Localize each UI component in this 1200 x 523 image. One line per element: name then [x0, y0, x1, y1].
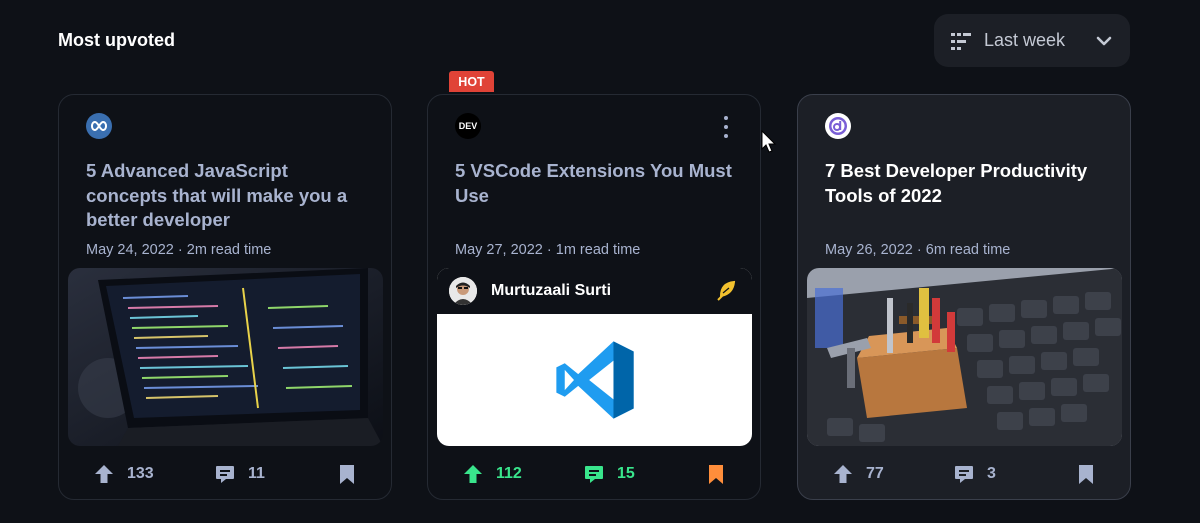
- d-logo-icon: [825, 113, 851, 139]
- laptop-code-image: [68, 268, 383, 446]
- bookmark-icon: [709, 465, 723, 484]
- hot-badge: HOT: [449, 71, 494, 92]
- post-meta: May 24, 2022 · 2m read time: [86, 242, 272, 258]
- options-menu-button[interactable]: [718, 115, 734, 139]
- toolbox-keyboard-image: [807, 268, 1122, 446]
- comment-button[interactable]: 15: [583, 463, 635, 485]
- upvote-icon: [834, 465, 852, 483]
- comment-count: 15: [617, 465, 635, 482]
- comment-icon: [955, 466, 973, 483]
- infinity-logo-icon: [86, 113, 112, 139]
- bookmark-button[interactable]: [1075, 463, 1097, 485]
- upvote-button[interactable]: 112: [462, 463, 522, 485]
- upvote-button[interactable]: 133: [93, 463, 154, 485]
- dev-logo-text: DEV: [458, 121, 478, 131]
- post-card[interactable]: 7 Best Developer Productivity Tools of 2…: [797, 94, 1131, 500]
- upvote-count: 77: [866, 465, 884, 482]
- post-title[interactable]: 7 Best Developer Productivity Tools of 2…: [825, 159, 1110, 208]
- filter-icon: [951, 32, 971, 50]
- post-meta: May 26, 2022 · 6m read time: [825, 242, 1011, 258]
- post-title[interactable]: 5 Advanced JavaScript concepts that will…: [86, 159, 371, 233]
- dev-logo-icon: DEV: [455, 113, 481, 139]
- comment-button[interactable]: 3: [953, 463, 996, 485]
- upvote-button[interactable]: 77: [832, 463, 884, 485]
- comment-button[interactable]: 11: [214, 463, 265, 485]
- comment-count: 11: [248, 465, 265, 482]
- bookmark-button[interactable]: [705, 463, 727, 485]
- avatar[interactable]: [449, 277, 477, 305]
- post-card[interactable]: DEV 5 VSCode Extensions You Must Use May…: [427, 94, 761, 500]
- chevron-down-icon: [1096, 36, 1112, 45]
- upvote-count: 133: [127, 465, 154, 482]
- author-name[interactable]: Murtuzaali Surti: [491, 282, 611, 300]
- comment-icon: [585, 466, 603, 483]
- feather-icon: [717, 280, 736, 301]
- bookmark-icon: [340, 465, 354, 484]
- author-preview: Murtuzaali Surti: [437, 268, 752, 446]
- comment-icon: [216, 466, 234, 483]
- upvote-icon: [464, 465, 482, 483]
- upvote-icon: [95, 465, 113, 483]
- section-title: Most upvoted: [58, 30, 175, 50]
- vscode-logo-icon: [555, 341, 634, 419]
- period-select[interactable]: Last week: [934, 14, 1130, 67]
- post-meta: May 27, 2022 · 1m read time: [455, 242, 641, 258]
- bookmark-icon: [1079, 465, 1093, 484]
- bookmark-button[interactable]: [336, 463, 358, 485]
- upvote-count: 112: [496, 465, 522, 482]
- post-card[interactable]: 5 Advanced JavaScript concepts that will…: [58, 94, 392, 500]
- mouse-cursor-icon: [761, 130, 777, 153]
- post-title[interactable]: 5 VSCode Extensions You Must Use: [455, 159, 740, 208]
- period-select-value: Last week: [984, 30, 1066, 50]
- comment-count: 3: [987, 465, 996, 482]
